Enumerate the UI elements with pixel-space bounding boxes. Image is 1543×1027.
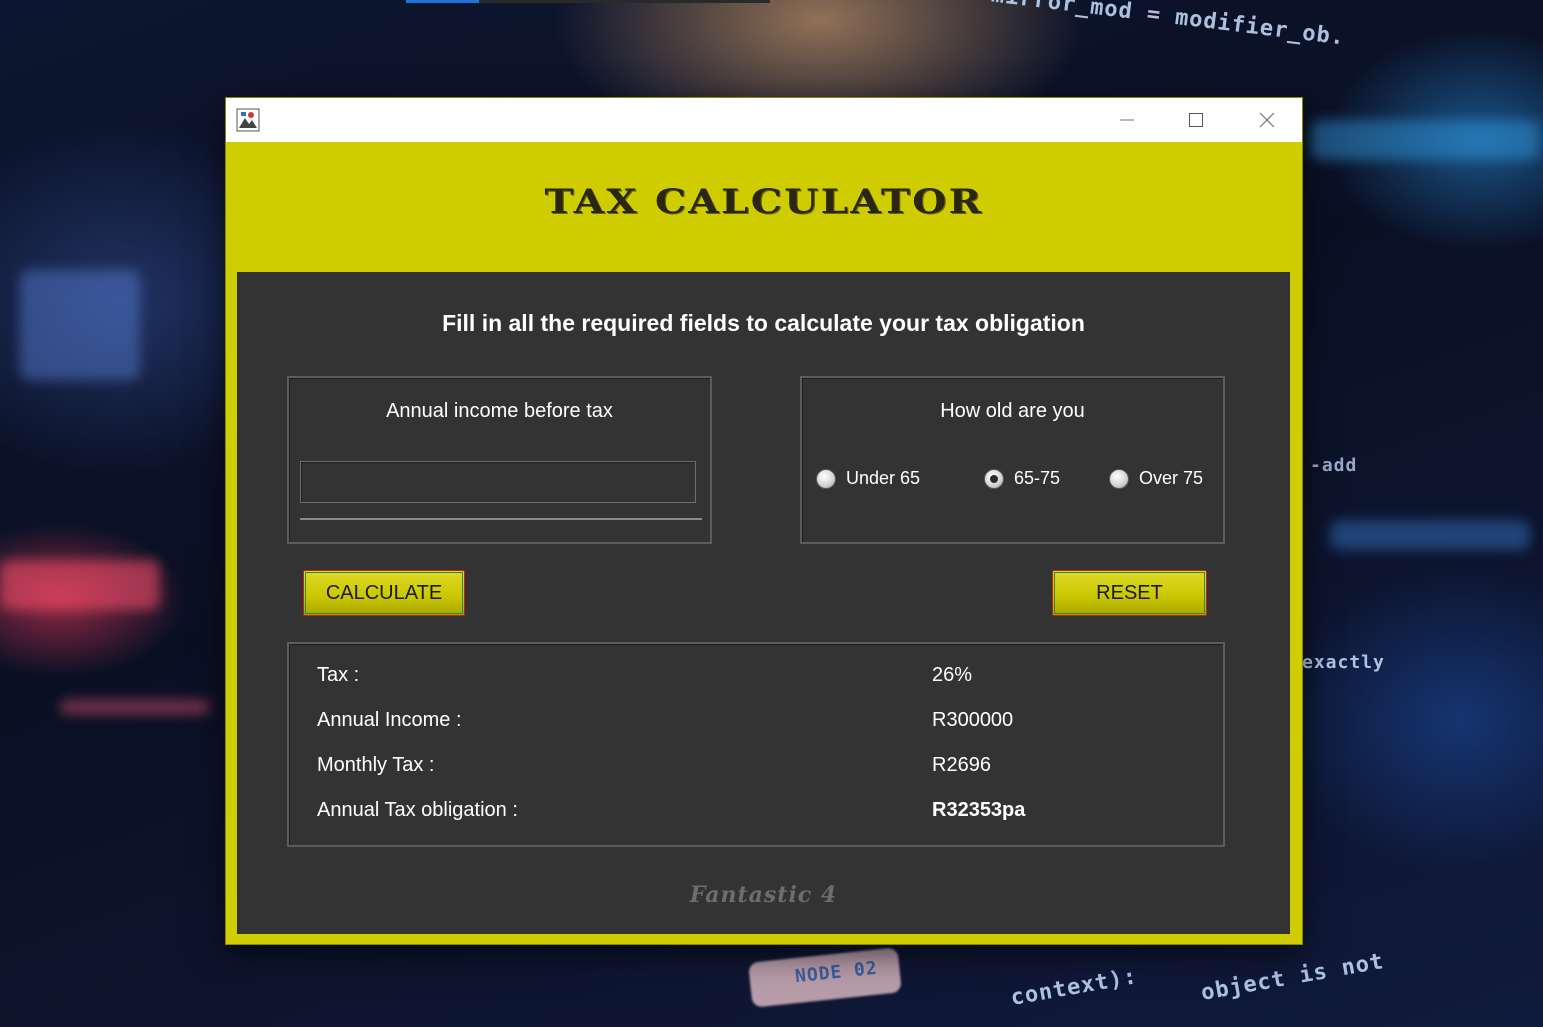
- annual-income-input[interactable]: [300, 461, 696, 503]
- radio-label: Under 65: [846, 468, 921, 488]
- income-label: Annual income before tax: [386, 400, 613, 422]
- annual-income-label: Annual Income :: [317, 709, 462, 731]
- bg-streak: [0, 560, 160, 610]
- bg-code-line: context):: [1008, 964, 1140, 1011]
- bg-code-line: -add: [1310, 455, 1358, 476]
- radio-over-75[interactable]: Over 75: [1109, 468, 1203, 489]
- close-button[interactable]: [1234, 98, 1300, 142]
- age-question-label: How old are you: [940, 400, 1085, 422]
- close-icon: [1259, 112, 1275, 128]
- java-app-icon: [236, 108, 260, 132]
- income-panel: Annual income before tax: [287, 376, 712, 544]
- bg-code-line: object is not: [1199, 949, 1386, 1006]
- radio-label: 65-75: [1014, 468, 1061, 488]
- radio-button-selected-icon[interactable]: [984, 468, 1004, 489]
- age-panel: How old are you Under 65 65-75 Over 75: [800, 376, 1225, 544]
- results-panel: Tax : 26% Annual Income : R300000 Monthl…: [287, 642, 1225, 847]
- radio-65-75[interactable]: 65-75: [984, 468, 1060, 489]
- bg-streak: [1330, 520, 1530, 550]
- radio-label: Over 75: [1139, 468, 1204, 488]
- reset-button[interactable]: RESET: [1052, 570, 1207, 616]
- tax-calculator-window: TAX CALCULATOR Fill in all the required …: [226, 98, 1302, 944]
- bg-streak: [20, 270, 140, 380]
- title-bar[interactable]: [226, 98, 1302, 142]
- radio-under-65[interactable]: Under 65: [816, 468, 920, 489]
- bg-code-line: exactly: [1302, 652, 1385, 673]
- maximize-icon: [1189, 113, 1203, 127]
- income-divider: [300, 518, 702, 520]
- annual-tax-label: Annual Tax obligation :: [317, 799, 518, 821]
- minimize-button[interactable]: [1094, 98, 1160, 142]
- bg-streak: [60, 700, 210, 714]
- tax-rate-label: Tax :: [317, 664, 360, 686]
- monthly-tax-label: Monthly Tax :: [317, 754, 435, 776]
- tax-rate-value: 26%: [932, 664, 973, 686]
- minimize-icon: [1120, 119, 1134, 121]
- main-content-panel: Fill in all the required fields to calcu…: [237, 272, 1290, 934]
- calculate-button[interactable]: CALCULATE: [303, 570, 465, 616]
- maximize-button[interactable]: [1163, 98, 1229, 142]
- header-band: TAX CALCULATOR: [226, 142, 1302, 270]
- app-title: TAX CALCULATOR: [544, 182, 984, 222]
- bg-streak: [1310, 120, 1540, 160]
- taskbar-strip: [406, 0, 770, 3]
- instructions-text: Fill in all the required fields to calcu…: [442, 310, 1085, 336]
- team-signature: Fantastic 4: [689, 882, 838, 908]
- annual-tax-value: R32353pa: [932, 799, 1026, 821]
- radio-button-icon[interactable]: [1109, 468, 1129, 489]
- monthly-tax-value: R2696: [932, 754, 991, 776]
- radio-button-icon[interactable]: [816, 468, 836, 489]
- bg-code-line: mirror_mod = modifier_ob.: [989, 0, 1347, 51]
- taskbar-active-indicator: [406, 0, 479, 3]
- annual-income-value: R300000: [932, 709, 1014, 731]
